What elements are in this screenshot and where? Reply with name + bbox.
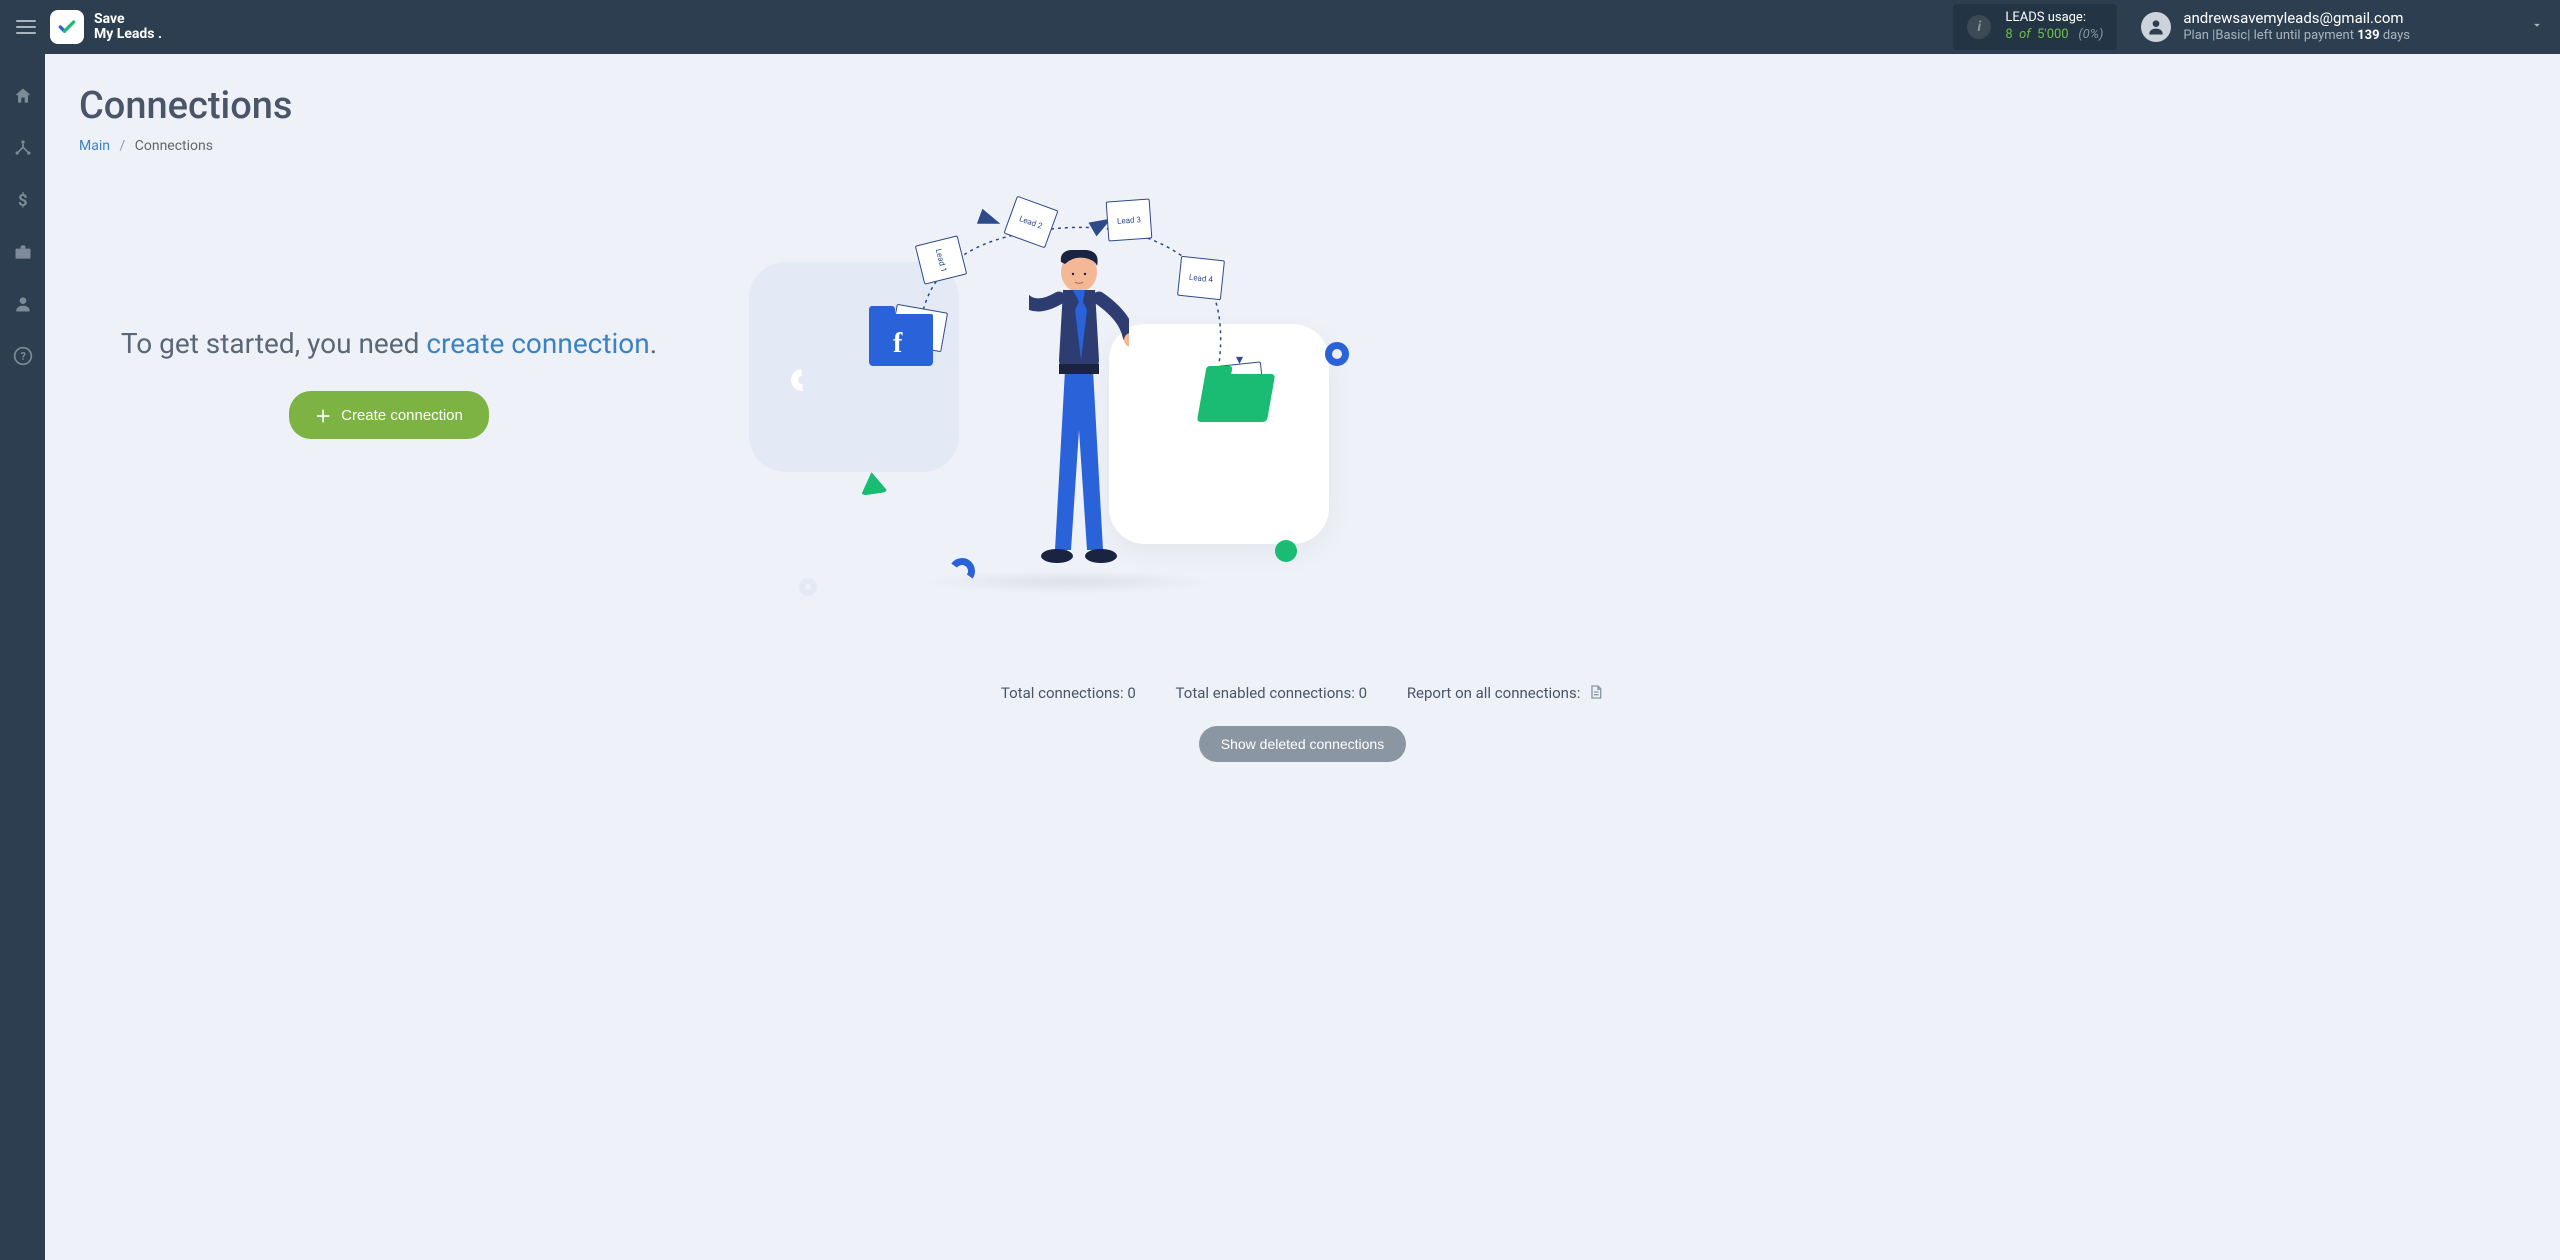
- page-title: Connections: [79, 84, 2526, 128]
- lead-card-4: Lead 4: [1177, 256, 1225, 300]
- leads-usage-box: i LEADS usage: 8 of 5'000 (0%): [1953, 4, 2117, 50]
- logo-mark-icon: [50, 10, 84, 44]
- usage-label: LEADS usage:: [2005, 10, 2103, 27]
- enabled-connections-stat: Total enabled connections: 0: [1176, 684, 1368, 702]
- show-deleted-button[interactable]: Show deleted connections: [1199, 726, 1406, 762]
- svg-text:?: ?: [20, 350, 25, 363]
- avatar-icon: [2141, 12, 2171, 42]
- info-icon[interactable]: i: [1967, 15, 1991, 39]
- usage-values: 8 of 5'000 (0%): [2005, 27, 2103, 44]
- svg-text:$: $: [18, 192, 28, 210]
- briefcase-icon[interactable]: [0, 238, 45, 266]
- breadcrumb-current: Connections: [135, 138, 213, 154]
- account-menu[interactable]: andrewsavemyleads@gmail.com Plan |Basic|…: [2141, 9, 2410, 45]
- billing-icon[interactable]: $: [0, 186, 45, 214]
- lead-card-3: Lead 3: [1106, 199, 1153, 242]
- user-icon[interactable]: [0, 290, 45, 318]
- facebook-folder-icon: f: [869, 314, 945, 372]
- report-connections-stat: Report on all connections:: [1407, 684, 1604, 704]
- logo[interactable]: Save My Leads: [50, 10, 162, 44]
- create-connection-button[interactable]: ＋ Create connection: [289, 391, 489, 439]
- total-connections-stat: Total connections: 0: [1001, 684, 1136, 702]
- home-icon[interactable]: [0, 82, 45, 110]
- sidebar: $ ?: [0, 54, 45, 1260]
- connections-icon[interactable]: [0, 134, 45, 162]
- logo-text: Save My Leads: [94, 12, 162, 43]
- help-icon[interactable]: ?: [0, 342, 45, 370]
- breadcrumb: Main / Connections: [79, 138, 2526, 154]
- main-content: Connections Main / Connections To get st…: [45, 54, 2560, 1260]
- hamburger-icon[interactable]: [16, 20, 36, 34]
- empty-message: To get started, you need create connecti…: [79, 324, 699, 363]
- breadcrumb-main-link[interactable]: Main: [79, 138, 110, 154]
- person-illustration: [1029, 250, 1129, 580]
- stats-row: Total connections: 0 Total enabled conne…: [79, 684, 2526, 762]
- chevron-down-icon[interactable]: [2530, 18, 2544, 36]
- plus-icon: ＋: [315, 403, 331, 427]
- account-plan: Plan |Basic| left until payment 139 days: [2183, 28, 2410, 45]
- report-doc-icon[interactable]: [1588, 684, 1604, 704]
- target-folder-icon: [1201, 374, 1277, 428]
- empty-illustration: ▾ f Lead 1 Lead 2 Lead 3 Lea: [749, 194, 2526, 614]
- account-email: andrewsavemyleads@gmail.com: [2183, 9, 2410, 29]
- top-bar: Save My Leads i LEADS usage: 8 of 5'000 …: [0, 0, 2560, 54]
- empty-state: To get started, you need create connecti…: [79, 194, 2526, 614]
